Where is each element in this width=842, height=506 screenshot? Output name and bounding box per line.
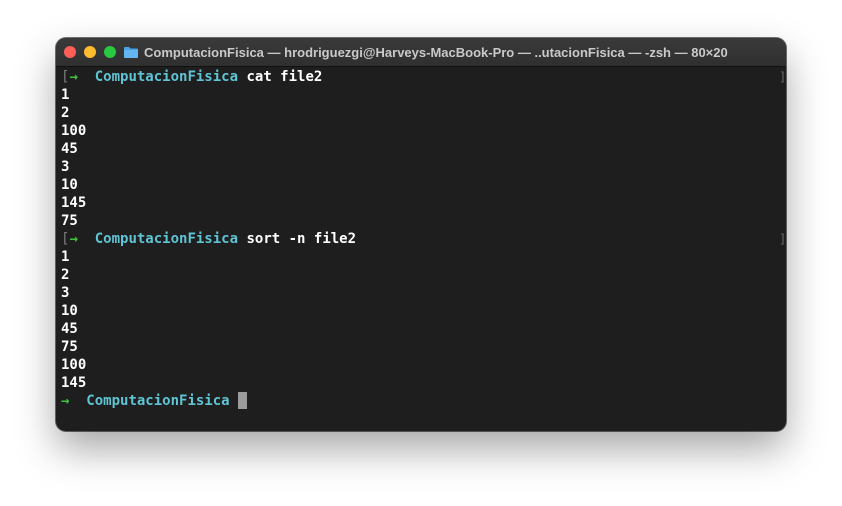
prompt-directory: ComputacionFisica [94, 69, 239, 85]
output-line: 10 [61, 303, 78, 319]
line-marker-right: ] [779, 70, 786, 84]
prompt-arrow-icon: → [69, 69, 78, 85]
output-line: 100 [61, 123, 87, 139]
prompt-directory: ComputacionFisica [86, 393, 230, 409]
output-line: 75 [61, 213, 78, 229]
line-marker-right: ] [779, 232, 786, 246]
output-line: 45 [61, 321, 78, 337]
prompt-line-2: [→ ComputacionFisica sort -n file2 [61, 230, 356, 248]
window-title: ComputacionFisica — hrodriguezgi@Harveys… [124, 38, 728, 66]
output-line: 1 [61, 87, 70, 103]
close-button[interactable] [64, 46, 76, 58]
command-text: cat file2 [246, 69, 323, 85]
output-line: 100 [61, 357, 87, 373]
terminal-window: ComputacionFisica — hrodriguezgi@Harveys… [56, 38, 786, 431]
output-line: 45 [61, 141, 78, 157]
prompt-arrow-icon: → [61, 393, 70, 409]
command-text: sort -n file2 [246, 231, 357, 247]
terminal-content[interactable]: [→ ComputacionFisica cat file2 ] 1 2 100… [56, 67, 786, 431]
output-line: 1 [61, 249, 70, 265]
output-line: 145 [61, 375, 87, 391]
output-line: 3 [61, 159, 70, 175]
output-line: 10 [61, 177, 78, 193]
folder-icon [124, 47, 138, 58]
traffic-lights [64, 46, 116, 58]
output-line: 145 [61, 195, 87, 211]
prompt-line-active[interactable]: → ComputacionFisica [61, 392, 248, 410]
prompt-directory: ComputacionFisica [94, 231, 239, 247]
output-line: 3 [61, 285, 70, 301]
output-line: 75 [61, 339, 78, 355]
title-bar[interactable]: ComputacionFisica — hrodriguezgi@Harveys… [56, 38, 786, 67]
prompt-line-1: [→ ComputacionFisica cat file2 [61, 68, 322, 86]
minimize-button[interactable] [84, 46, 96, 58]
output-line: 2 [61, 267, 70, 283]
zoom-button[interactable] [104, 46, 116, 58]
output-line: 2 [61, 105, 70, 121]
window-title-text: ComputacionFisica — hrodriguezgi@Harveys… [144, 44, 728, 60]
prompt-arrow-icon: → [69, 231, 78, 247]
text-cursor [238, 392, 248, 409]
